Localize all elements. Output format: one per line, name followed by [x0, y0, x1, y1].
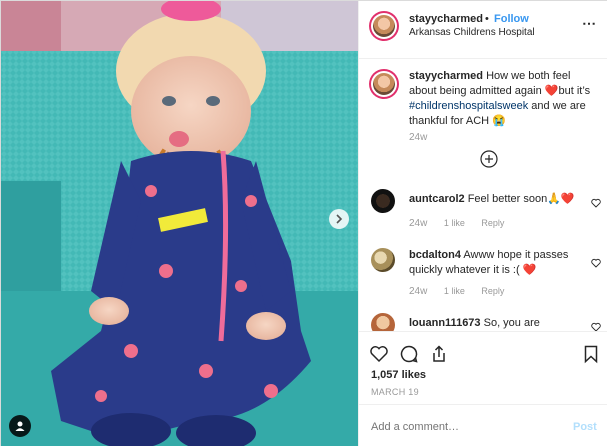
- follow-button[interactable]: Follow: [494, 13, 529, 25]
- caption-text-2: but it’s: [558, 85, 591, 97]
- comment-text: Feel better soon: [467, 193, 548, 205]
- heart-outline-icon[interactable]: [591, 322, 601, 331]
- heart-emoji: ❤️: [544, 85, 559, 97]
- post-comment-button[interactable]: Post: [573, 421, 597, 433]
- location-link[interactable]: Arkansas Childrens Hospital: [409, 27, 535, 38]
- hashtag-link[interactable]: #childrenshospitalsweek: [409, 100, 528, 112]
- user-icon: [15, 421, 25, 431]
- comment-likes[interactable]: 1 like: [444, 286, 465, 296]
- author-username[interactable]: stayycharmed: [409, 13, 483, 25]
- comment-meta: 24w 1 like Reply: [409, 286, 518, 297]
- comment-input[interactable]: [371, 419, 561, 435]
- comment-body: bcdalton4 Awww hope it passes quickly wh…: [409, 248, 584, 278]
- post-header: stayycharmed • Follow Arkansas Childrens…: [359, 1, 607, 59]
- commenter-avatar[interactable]: [371, 189, 395, 213]
- comment-time[interactable]: 24w: [409, 286, 427, 297]
- post-actions: 1,057 likes MARCH 19 Post: [359, 331, 607, 446]
- author-avatar[interactable]: [369, 11, 399, 41]
- separator-dot: •: [485, 13, 489, 25]
- instagram-post-modal: stayycharmed • Follow Arkansas Childrens…: [0, 0, 607, 446]
- commenter-username[interactable]: auntcarol2: [409, 193, 465, 205]
- reply-button[interactable]: Reply: [481, 286, 504, 296]
- comment-body: auntcarol2 Feel better soon🙏❤️: [409, 192, 584, 207]
- likes-count[interactable]: 1,057 likes: [371, 369, 426, 381]
- commenter-avatar[interactable]: [371, 248, 395, 272]
- heart-outline-icon[interactable]: [591, 198, 601, 208]
- share-icon[interactable]: [429, 344, 449, 364]
- commenter-avatar[interactable]: [371, 313, 395, 331]
- like-heart-icon[interactable]: [369, 344, 389, 364]
- toddler-photo-illustration: [1, 1, 358, 446]
- caption-timestamp[interactable]: 24w: [409, 132, 427, 143]
- commenter-username[interactable]: louann111673: [409, 317, 481, 329]
- caption-avatar[interactable]: [369, 69, 399, 99]
- comment-time[interactable]: 24w: [409, 218, 427, 229]
- comment-item: louann111673 So, you are admitted? They …: [359, 313, 607, 331]
- comment-likes[interactable]: 1 like: [444, 218, 465, 228]
- comment-emoji: ❤️: [522, 264, 537, 276]
- chevron-right-icon: [336, 214, 343, 224]
- tagged-users-button[interactable]: [9, 415, 31, 437]
- bookmark-icon[interactable]: [581, 344, 601, 364]
- reply-button[interactable]: Reply: [481, 218, 504, 228]
- add-comment-bar: Post: [359, 404, 607, 446]
- commenter-username[interactable]: bcdalton4: [409, 249, 461, 261]
- comment-bubble-icon[interactable]: [399, 344, 419, 364]
- post-date[interactable]: MARCH 19: [371, 387, 419, 397]
- next-image-button[interactable]: [329, 209, 349, 229]
- caption-username[interactable]: stayycharmed: [409, 70, 483, 82]
- heart-outline-icon[interactable]: [591, 258, 601, 268]
- comment-emoji: 🙏❤️: [547, 193, 575, 205]
- post-caption: stayycharmed How we both feel about bein…: [409, 69, 599, 129]
- post-side-panel: stayycharmed • Follow Arkansas Childrens…: [358, 1, 607, 446]
- crying-emoji: 😭: [492, 115, 506, 127]
- comment-body: louann111673 So, you are admitted? They …: [409, 316, 584, 331]
- post-photo[interactable]: [1, 1, 358, 446]
- more-options-icon[interactable]: ⋯: [582, 15, 597, 32]
- comment-meta: 24w 1 like Reply: [409, 218, 518, 229]
- plus-circle-icon[interactable]: [480, 150, 498, 168]
